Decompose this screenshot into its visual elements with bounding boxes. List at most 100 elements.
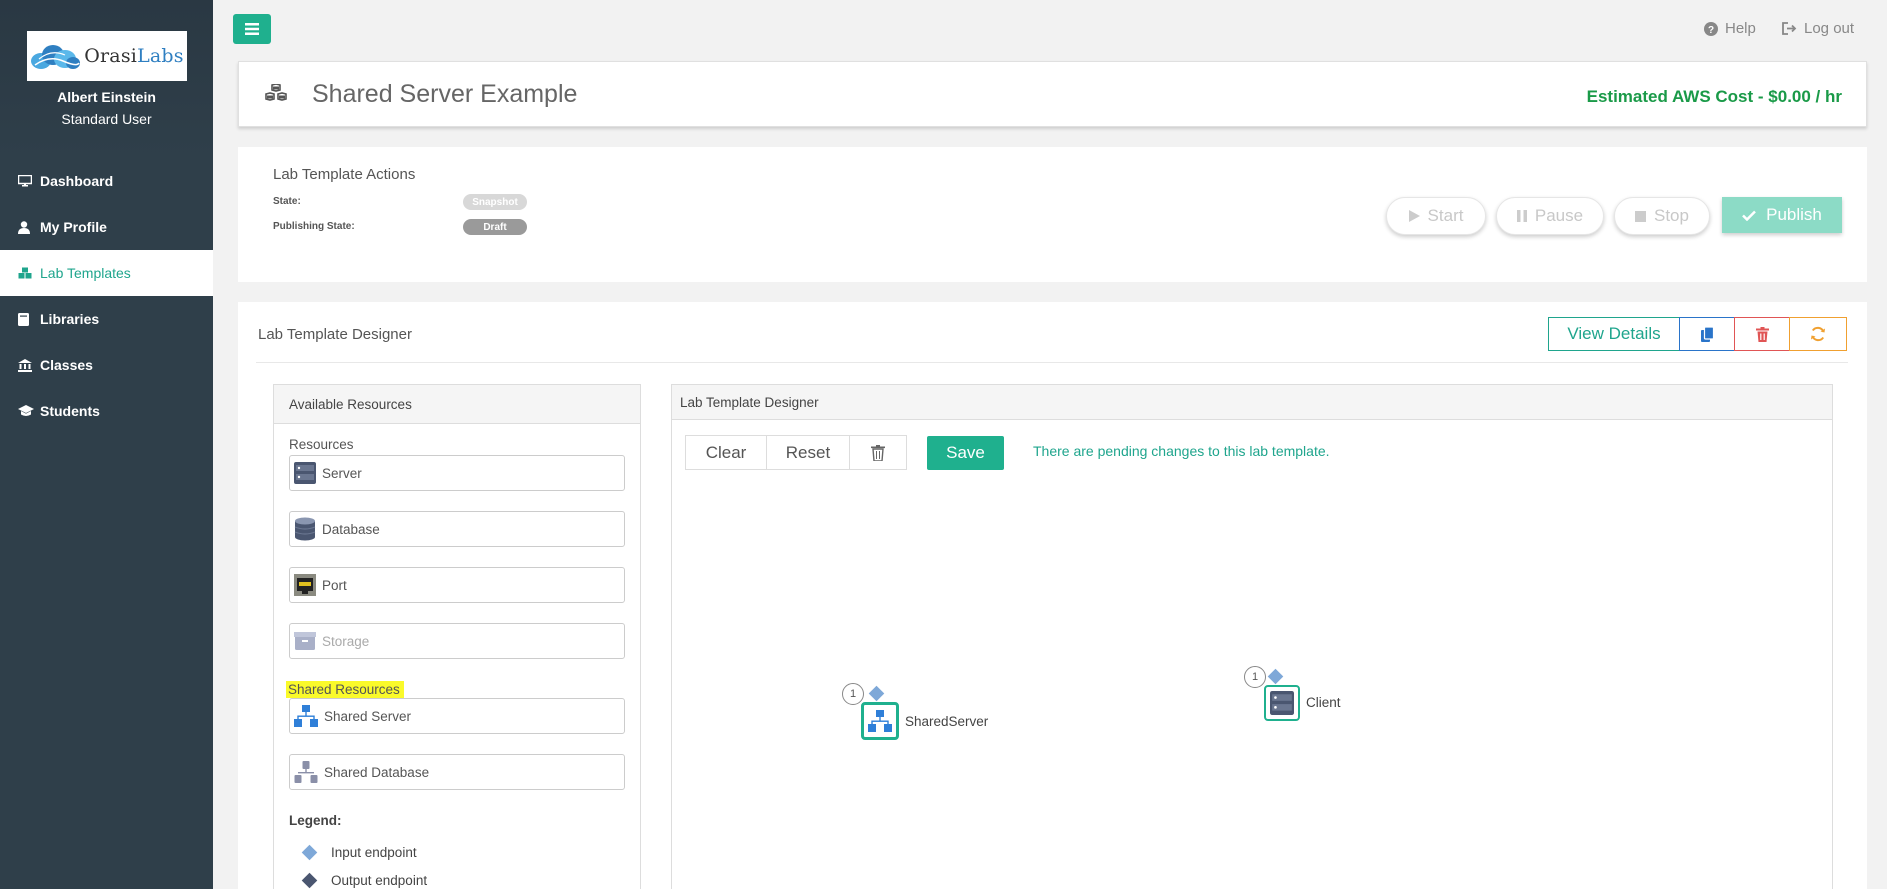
node-count-badge: 1	[842, 683, 864, 705]
publishing-state-badge: Draft	[463, 219, 527, 235]
lab-template-actions: Lab Template Actions State: Snapshot Pub…	[238, 147, 1867, 282]
divider	[256, 362, 1848, 363]
save-button[interactable]: Save	[927, 436, 1004, 470]
port-icon	[294, 574, 316, 596]
sidebar-item-label: My Profile	[40, 219, 107, 235]
graduation-cap-icon	[18, 405, 40, 417]
designer-title: Lab Template Designer	[258, 326, 412, 343]
sign-out-icon	[1782, 22, 1797, 35]
actions-title: Lab Template Actions	[273, 166, 416, 183]
shared-server-icon	[868, 710, 892, 732]
copy-button[interactable]	[1679, 317, 1735, 351]
help-link[interactable]: ? Help	[1704, 20, 1756, 37]
designer-panel-title: Lab Template Designer	[672, 385, 1832, 420]
sidebar-item-dashboard[interactable]: Dashboard	[0, 158, 213, 204]
designer-canvas-panel: Lab Template Designer Clear Reset Save T…	[671, 384, 1833, 889]
check-icon	[1742, 210, 1756, 221]
canvas-node-client[interactable]: 1 Client	[1244, 666, 1354, 722]
canvas-node-sharedserver[interactable]: 1 SharedServer	[842, 683, 988, 743]
available-resources-panel: Available Resources Resources Server Dat…	[273, 384, 641, 889]
trash-icon	[1755, 326, 1769, 342]
resource-storage[interactable]: Storage	[289, 623, 625, 659]
shared-database-icon	[294, 761, 318, 783]
client-node-box[interactable]	[1264, 685, 1300, 721]
node-label: SharedServer	[905, 714, 989, 729]
institution-icon	[18, 358, 40, 372]
delete-node-button[interactable]	[849, 435, 907, 470]
svg-text:?: ?	[1708, 25, 1714, 36]
resources-section-label: Resources	[289, 437, 354, 452]
stop-icon	[1635, 210, 1646, 222]
monitor-icon	[18, 175, 40, 187]
sidebar-item-my-profile[interactable]: My Profile	[0, 204, 213, 250]
sidebar-item-libraries[interactable]: Libraries	[0, 296, 213, 342]
pending-changes-message: There are pending changes to this lab te…	[1033, 443, 1330, 459]
legend-item-input-endpoint: Input endpoint	[301, 844, 417, 861]
sidebar-item-label: Lab Templates	[40, 265, 131, 281]
delete-button[interactable]	[1734, 317, 1790, 351]
pause-button[interactable]: Pause	[1496, 197, 1604, 235]
sidebar-item-label: Classes	[40, 357, 93, 373]
database-icon	[294, 517, 316, 541]
resource-port[interactable]: Port	[289, 567, 625, 603]
resource-label: Storage	[322, 633, 370, 649]
node-count-badge: 1	[1244, 666, 1266, 688]
resource-label: Port	[322, 577, 347, 593]
shared-resources-section-label: Shared Resources	[286, 681, 404, 698]
server-icon	[294, 462, 316, 484]
legend-title: Legend:	[289, 813, 342, 828]
resource-shared-database[interactable]: Shared Database	[289, 754, 625, 790]
stop-label: Stop	[1654, 206, 1689, 225]
help-label: Help	[1725, 20, 1756, 37]
orasilabs-logo[interactable]: OrasiLabs	[26, 31, 187, 81]
sidebar-item-label: Libraries	[40, 311, 100, 327]
legend-label: Input endpoint	[331, 845, 417, 860]
cloud-logo-icon	[31, 45, 81, 69]
clear-label: Clear	[705, 442, 747, 462]
sidebar-item-classes[interactable]: Classes	[0, 342, 213, 388]
question-circle-icon: ?	[1704, 21, 1718, 36]
cubes-icon	[265, 84, 287, 101]
resource-label: Shared Server	[324, 708, 412, 724]
input-endpoint-diamond-icon	[301, 844, 318, 861]
sidebar-item-lab-templates[interactable]: Lab Templates	[0, 250, 213, 296]
user-name: Albert Einstein	[57, 89, 156, 105]
resource-label: Database	[322, 521, 380, 537]
legend-item-output-endpoint: Output endpoint	[301, 872, 427, 889]
start-button[interactable]: Start	[1386, 197, 1486, 235]
stop-button[interactable]: Stop	[1614, 197, 1710, 235]
top-bar: ? Help Log out	[213, 0, 1887, 58]
sidebar-item-students[interactable]: Students	[0, 388, 213, 434]
view-details-label: View Details	[1567, 324, 1661, 343]
storage-icon	[294, 632, 316, 650]
refresh-button[interactable]	[1789, 317, 1847, 351]
start-label: Start	[1427, 206, 1464, 225]
reset-button[interactable]: Reset	[766, 435, 850, 470]
sidebar: OrasiLabs Albert Einstein Standard User …	[0, 0, 213, 889]
view-details-button[interactable]: View Details	[1548, 317, 1680, 351]
node-label: Client	[1306, 695, 1341, 710]
aws-cost-estimate: Estimated AWS Cost - $0.00 / hr	[1586, 87, 1842, 106]
cubes-icon	[18, 267, 40, 279]
shared-server-node-box[interactable]	[861, 702, 899, 740]
publish-button[interactable]: Publish	[1722, 197, 1842, 233]
menu-toggle-button[interactable]	[233, 14, 271, 44]
resource-server[interactable]: Server	[289, 455, 625, 491]
logo-suffix: Labs	[137, 45, 184, 67]
clear-button[interactable]: Clear	[685, 435, 767, 470]
hamburger-icon	[245, 23, 259, 35]
resource-label: Server	[322, 465, 362, 481]
resource-shared-server[interactable]: Shared Server	[289, 698, 625, 734]
available-resources-title: Available Resources	[274, 385, 640, 424]
refresh-icon	[1811, 326, 1825, 342]
output-endpoint-diamond-icon	[301, 872, 318, 889]
input-endpoint-diamond-icon[interactable]	[1267, 668, 1284, 685]
pause-label: Pause	[1534, 206, 1584, 225]
publishing-state-label: Publishing State:	[273, 221, 355, 232]
lab-template-designer: Lab Template Designer View Details Avail…	[238, 302, 1867, 889]
logout-link[interactable]: Log out	[1782, 20, 1854, 37]
resource-database[interactable]: Database	[289, 511, 625, 547]
input-endpoint-diamond-icon[interactable]	[868, 685, 885, 702]
state-badge: Snapshot	[463, 194, 527, 210]
user-role: Standard User	[61, 111, 152, 127]
